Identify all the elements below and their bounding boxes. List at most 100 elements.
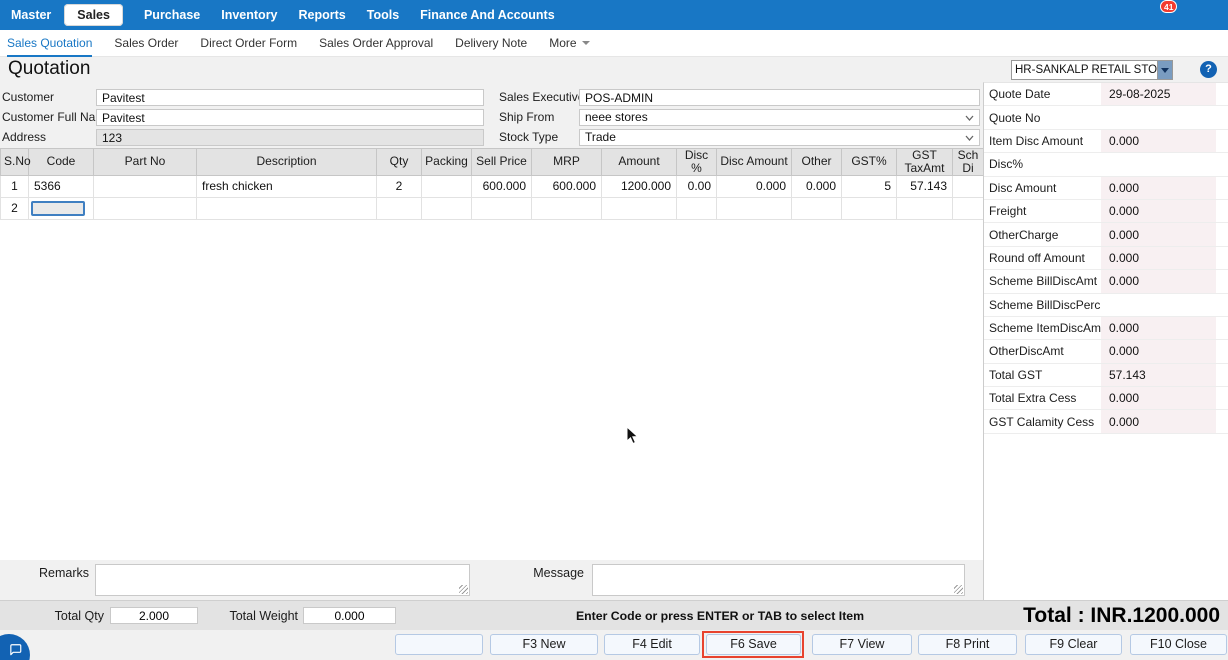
col-amount: Amount [602,149,677,176]
total-weight-field[interactable] [303,607,396,624]
cell-mrp [532,197,602,219]
tab-delivery-note[interactable]: Delivery Note [455,30,527,56]
chevron-down-icon [965,135,974,141]
store-select[interactable]: HR-SANKALP RETAIL STORE-K [1011,60,1173,80]
cell-other[interactable]: 0.000 [792,175,842,197]
summary-label: Scheme BillDiscPerc [989,298,1100,312]
cell-sno: 1 [1,175,29,197]
total-qty-label: Total Qty [0,601,104,631]
help-icon[interactable]: ? [1200,61,1217,78]
cell-description [197,197,377,219]
top-navigation: Master Sales Purchase Inventory Reports … [0,0,1228,30]
cell-code[interactable]: 5366 [29,175,94,197]
summary-row-total-extra-cess: Total Extra Cess 0.000 [984,387,1228,410]
summary-row-quote-date: Quote Date 29-08-2025 [984,83,1228,106]
f10-close-button[interactable]: F10 Close [1130,634,1227,655]
cell-packing[interactable] [422,175,472,197]
col-code: Code [29,149,94,176]
ship-from-select[interactable]: neee stores [579,109,980,126]
cell-disc-pct[interactable]: 0.00 [677,175,717,197]
cell-gst-pct [842,197,897,219]
enter-code-hint: Enter Code or press ENTER or TAB to sele… [565,601,875,631]
tab-sales-order[interactable]: Sales Order [114,30,178,56]
item-code-input[interactable] [31,201,85,216]
page-title: Quotation [8,58,90,80]
customer-field[interactable] [96,89,484,106]
cell-part-no [94,197,197,219]
store-select-value: HR-SANKALP RETAIL STORE-K [1012,61,1157,79]
cell-description[interactable]: fresh chicken [197,175,377,197]
f9-clear-button[interactable]: F9 Clear [1025,634,1122,655]
total-qty-field[interactable] [110,607,198,624]
customer-full-name-field[interactable] [96,109,484,126]
nav-item-inventory[interactable]: Inventory [221,8,277,22]
summary-label: Round off Amount [989,251,1085,265]
summary-label: Scheme ItemDiscAmt [989,321,1104,335]
stock-type-label: Stock Type [499,129,558,146]
col-sell-price: Sell Price [472,149,532,176]
summary-label: Item Disc Amount [989,134,1083,148]
remarks-textarea[interactable] [95,564,470,596]
summary-value: 0.000 [1101,200,1216,222]
summary-value[interactable] [1101,153,1216,175]
summary-row-quote-no: Quote No [984,106,1228,129]
tab-sales-order-approval[interactable]: Sales Order Approval [319,30,433,56]
summary-value: 0.000 [1101,410,1216,432]
col-sch-di: Sch Di [953,149,984,176]
sales-executive-field[interactable] [579,89,980,106]
ship-from-label: Ship From [499,109,554,126]
cell-sell-price [472,197,532,219]
stock-type-select[interactable]: Trade [579,129,980,146]
ship-from-value: neee stores [585,110,648,124]
summary-row-scheme-itemdiscamt: Scheme ItemDiscAmt 0.000 [984,317,1228,340]
address-label: Address [2,129,46,146]
cell-qty[interactable]: 2 [377,175,422,197]
f8-print-button[interactable]: F8 Print [918,634,1017,655]
cell-gst-pct: 5 [842,175,897,197]
tab-direct-order-form[interactable]: Direct Order Form [200,30,297,56]
nav-item-purchase[interactable]: Purchase [144,8,200,22]
cell-other [792,197,842,219]
summary-value: 0.000 [1101,340,1216,362]
tab-more[interactable]: More [549,30,589,56]
summary-row-otherdiscamt: OtherDiscAmt 0.000 [984,340,1228,363]
message-textarea[interactable] [592,564,965,596]
summary-label: Scheme BillDiscAmt [989,274,1097,288]
nav-item-master[interactable]: Master [11,8,51,22]
summary-label: Disc% [989,157,1023,171]
summary-label: Freight [989,204,1026,218]
summary-label: OtherDiscAmt [989,344,1064,358]
nav-item-finance[interactable]: Finance And Accounts [420,8,555,22]
nav-item-tools[interactable]: Tools [367,8,399,22]
nav-item-reports[interactable]: Reports [299,8,346,22]
store-select-arrow-icon[interactable] [1157,61,1172,79]
f6-save-button[interactable]: F6 Save [706,634,801,655]
function-buttons-bar: F3 New F4 Edit F6 Save F7 View F8 Print … [0,630,1228,660]
cell-disc-pct [677,197,717,219]
cell-disc-amount[interactable]: 0.000 [717,175,792,197]
cell-sell-price[interactable]: 600.000 [472,175,532,197]
cell-mrp[interactable]: 600.000 [532,175,602,197]
blank-button[interactable] [395,634,483,655]
quotation-summary-panel: Quote Date 29-08-2025 Quote No Item Disc… [983,82,1228,600]
summary-label: GST Calamity Cess [989,415,1094,429]
summary-row-freight: Freight 0.000 [984,200,1228,223]
summary-value: 0.000 [1101,223,1216,245]
cell-sch-di [953,197,984,219]
cell-gst-taxamt: 57.143 [897,175,953,197]
col-sno: S.No [1,149,29,176]
f4-edit-button[interactable]: F4 Edit [604,634,700,655]
col-description: Description [197,149,377,176]
summary-row-round-off: Round off Amount 0.000 [984,247,1228,270]
cell-part-no[interactable] [94,175,197,197]
address-field[interactable] [96,129,484,146]
summary-value[interactable] [1101,106,1216,128]
tab-sales-quotation[interactable]: Sales Quotation [7,30,92,56]
cell-code [29,197,94,219]
item-row-1[interactable]: 1 5366 fresh chicken 2 600.000 600.000 1… [1,175,984,197]
summary-value[interactable] [1101,294,1216,316]
f3-new-button[interactable]: F3 New [490,634,598,655]
quotation-header-form: Customer Customer Full Name Address Sale… [0,84,983,148]
f7-view-button[interactable]: F7 View [812,634,912,655]
nav-item-sales[interactable]: Sales [64,4,123,26]
